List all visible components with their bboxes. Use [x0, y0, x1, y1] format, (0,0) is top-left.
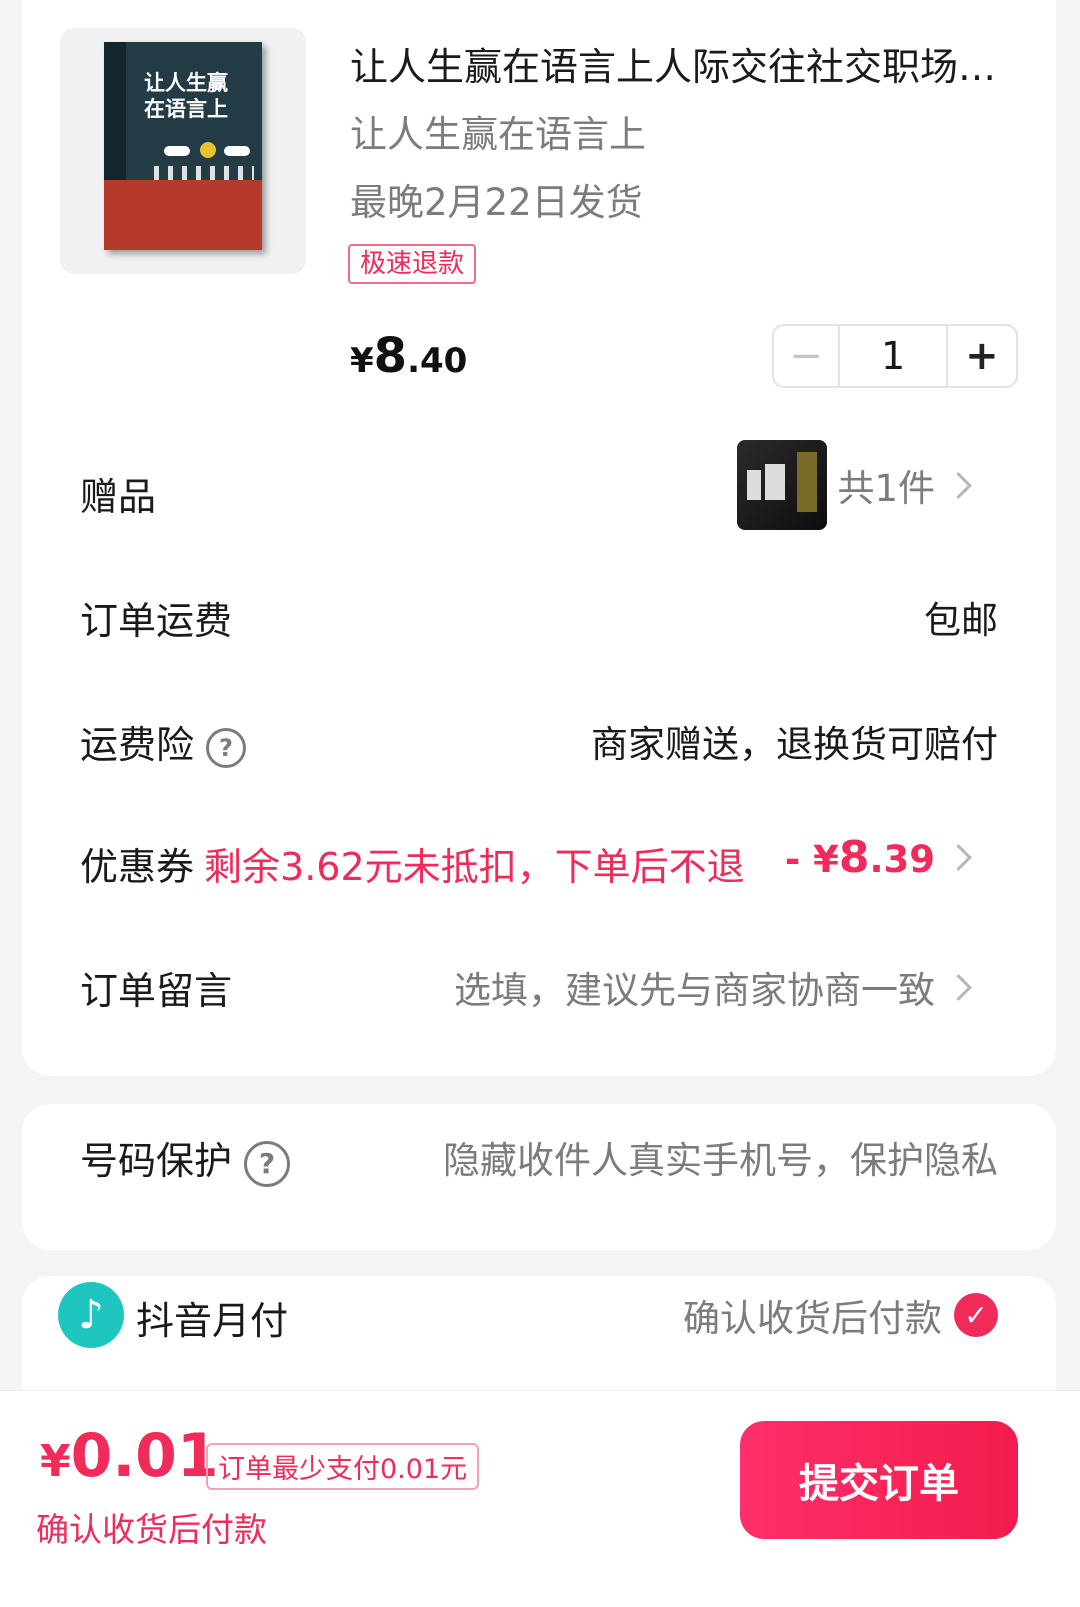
gift-thumbnail	[737, 440, 828, 530]
shipping-deadline: 最晚2月22日发货	[350, 181, 643, 224]
total-amount: ¥0.01	[40, 1421, 219, 1491]
product-title[interactable]: 让人生赢在语言上人际交往社交职场…	[350, 36, 1018, 91]
privacy-card: 号码保护? 隐藏收件人真实手机号，保护隐私	[22, 1104, 1056, 1250]
submit-order-button[interactable]: 提交订单	[740, 1421, 1018, 1539]
gift-label: 赠品	[80, 475, 157, 519]
shipping-insurance-label: 运费险?	[80, 714, 247, 769]
book-cover-title: 让人生赢在语言上	[144, 70, 228, 121]
order-card: 让人生赢在语言上 让人生赢在语言上人际交往社交职场… 让人生赢在语言上 最晚2月…	[22, 0, 1056, 1076]
tiktok-logo-icon: ♪	[58, 1282, 124, 1348]
coupon-label: 优惠券 剩余3.62元未抵扣，下单后不退	[80, 845, 745, 889]
minimum-payment-note: 订单最少支付0.01元	[206, 1443, 480, 1490]
order-message-label: 订单留言	[80, 969, 233, 1013]
pay-after-delivery-note: 确认收货后付款	[36, 1510, 267, 1549]
shipping-fee-value: 包邮	[924, 599, 998, 642]
chevron-right-icon	[945, 973, 972, 1001]
chevron-right-icon	[945, 844, 972, 871]
coupon-note: 剩余3.62元未抵扣，下单后不退	[204, 845, 745, 889]
chevron-right-icon	[945, 471, 972, 499]
number-protection-value: 隐藏收件人真实手机号，保护隐私	[443, 1139, 998, 1182]
book-cover-image: 让人生赢在语言上	[104, 42, 262, 250]
payment-method-option[interactable]: 确认收货后付款 ✓	[683, 1288, 998, 1342]
product-sku: 让人生赢在语言上	[350, 113, 646, 156]
shipping-insurance-value: 商家赠送，退换货可赔付	[591, 723, 998, 766]
coupon-discount-value: - ¥8.39	[784, 832, 935, 883]
gift-row[interactable]: 共1件	[737, 440, 972, 530]
shipping-fee-label: 订单运费	[80, 599, 233, 643]
product-price: ¥8.40	[350, 328, 468, 384]
order-message-input[interactable]: 选填，建议先与商家协商一致	[454, 960, 972, 1014]
checkout-bar: ¥0.01 订单最少支付0.01元 确认收货后付款 提交订单	[0, 1390, 1080, 1607]
question-circle-icon[interactable]: ?	[244, 1140, 291, 1187]
decrease-quantity-button[interactable]: −	[774, 326, 838, 386]
check-circle-icon: ✓	[954, 1293, 998, 1337]
number-protection-label: 号码保护?	[80, 1130, 291, 1187]
increase-quantity-button[interactable]: +	[948, 326, 1016, 386]
fast-refund-badge: 极速退款	[348, 244, 477, 284]
product-thumbnail[interactable]: 让人生赢在语言上	[60, 28, 306, 274]
payment-method-label: 抖音月付	[136, 1299, 289, 1343]
quantity-value[interactable]: 1	[838, 326, 948, 386]
question-circle-icon[interactable]: ?	[206, 727, 247, 768]
gift-count: 共1件	[837, 467, 935, 510]
quantity-stepper: − 1 +	[772, 324, 1018, 388]
coupon-row[interactable]: - ¥8.39	[785, 832, 972, 883]
